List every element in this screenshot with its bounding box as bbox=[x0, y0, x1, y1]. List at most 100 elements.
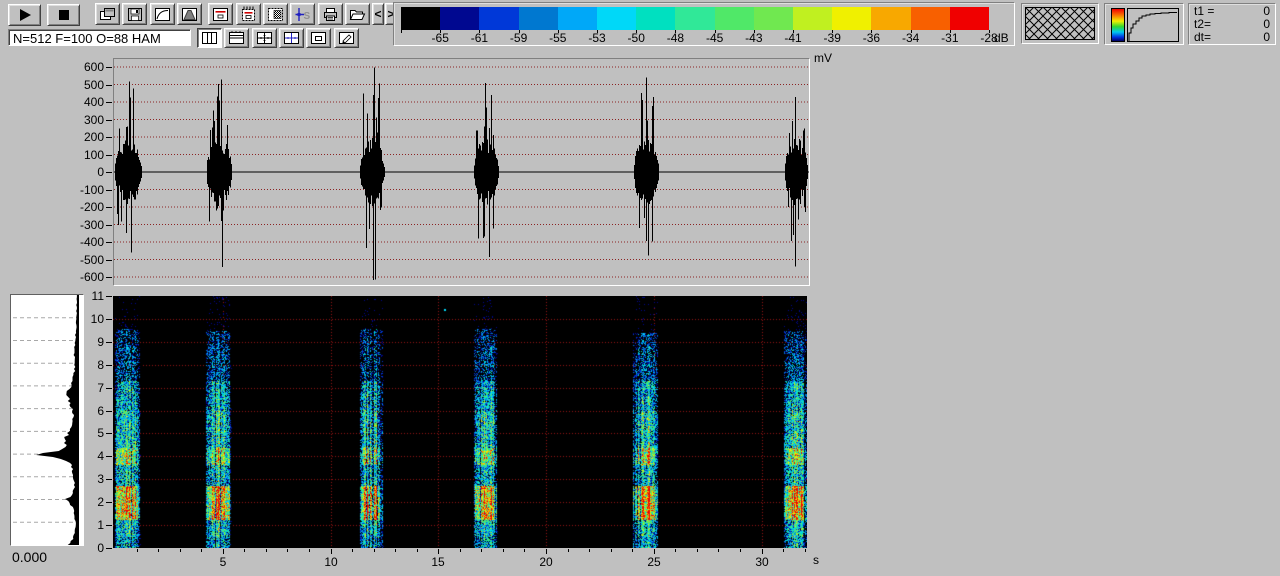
display-frame-button[interactable] bbox=[208, 3, 233, 25]
spectrogram-xtick bbox=[611, 549, 612, 552]
colorbar-segment bbox=[911, 7, 950, 30]
spectrogram-xtick bbox=[309, 549, 310, 552]
window-function-button[interactable] bbox=[177, 3, 202, 25]
colorbar-tick-label: -55 bbox=[538, 31, 577, 45]
grid-horizontal-button[interactable] bbox=[224, 28, 249, 48]
colorbar-segment bbox=[597, 7, 636, 30]
waveform-ytick-label: -300 bbox=[62, 218, 104, 232]
colorbar-segment bbox=[832, 7, 871, 30]
spectrogram-ytick bbox=[106, 365, 112, 366]
colorbar-tick-label: -36 bbox=[852, 31, 891, 45]
grid-inner-box-button[interactable] bbox=[306, 28, 331, 48]
scale-toggle-button[interactable]: S bbox=[290, 3, 315, 25]
spectrogram-ytick bbox=[106, 319, 112, 320]
spectrogram-xtick bbox=[675, 549, 676, 552]
prev-button[interactable]: < bbox=[372, 3, 384, 25]
time-grid-frame-icon bbox=[240, 6, 257, 22]
stop-button[interactable] bbox=[47, 4, 80, 26]
status-row-dt: dt= 0 bbox=[1189, 31, 1275, 44]
colorbar-tick bbox=[558, 30, 559, 33]
dither-frame-button[interactable] bbox=[263, 3, 288, 25]
colorbar-tick-label: -59 bbox=[499, 31, 538, 45]
spectrogram-xtick bbox=[460, 549, 461, 552]
spectrogram-xtick bbox=[352, 549, 353, 552]
grid-cross-blue-button[interactable] bbox=[279, 28, 304, 48]
duplicate-window-icon bbox=[99, 7, 116, 21]
waveform-ytick bbox=[106, 190, 112, 191]
spectrogram-ytick bbox=[106, 525, 112, 526]
colorbar-tick-label: -53 bbox=[577, 31, 616, 45]
colorbar-tick-label: -39 bbox=[813, 31, 852, 45]
waveform-ytick bbox=[106, 155, 112, 156]
pencil-icon bbox=[338, 31, 355, 45]
spectrogram-plot[interactable] bbox=[113, 296, 807, 548]
colorbar-tick bbox=[479, 30, 480, 33]
spectrogram-xtick bbox=[632, 549, 633, 552]
waveform-ytick-label: 400 bbox=[62, 95, 104, 109]
colorbar-tick bbox=[754, 30, 755, 33]
spectrogram-xtick bbox=[223, 549, 224, 554]
spectrogram-xtick bbox=[137, 549, 138, 552]
colorbar-tick-label: -45 bbox=[695, 31, 734, 45]
colorbar-unit-label: dB bbox=[994, 31, 1014, 45]
grid-vertical-button[interactable] bbox=[197, 28, 222, 48]
waveform-ytick-label: -500 bbox=[62, 253, 104, 267]
gain-curve-panel[interactable] bbox=[1104, 3, 1184, 45]
transfer-curve-button[interactable] bbox=[150, 3, 175, 25]
colorbar-segment bbox=[440, 7, 479, 30]
colorbar-tick-label: -34 bbox=[891, 31, 930, 45]
colorbar-tick bbox=[519, 30, 520, 33]
waveform-ytick-label: 500 bbox=[62, 78, 104, 92]
display-frame-icon bbox=[212, 7, 229, 22]
spectrogram-xtick-label: 15 bbox=[423, 555, 453, 569]
time-grid-frame-button[interactable] bbox=[236, 3, 261, 25]
play-button[interactable] bbox=[8, 4, 41, 26]
spectrogram-xtick-label: 20 bbox=[531, 555, 561, 569]
spectrogram-xtick bbox=[244, 549, 245, 552]
spectrogram-xtick bbox=[589, 549, 590, 552]
waveform-ytick bbox=[106, 137, 112, 138]
spectrogram-xtick bbox=[524, 549, 525, 552]
colorbar-tick-label: -50 bbox=[617, 31, 656, 45]
spectrogram-xtick bbox=[783, 549, 784, 552]
waveform-ytick-label: 0 bbox=[62, 165, 104, 179]
save-button[interactable] bbox=[122, 3, 147, 25]
colorbar-tick-label: -61 bbox=[460, 31, 499, 45]
spectrogram-xtick bbox=[546, 549, 547, 554]
spectrogram-ytick bbox=[106, 548, 112, 549]
colorbar-segment bbox=[636, 7, 675, 30]
analysis-params-field[interactable]: N=512 F=100 O=88 HAM bbox=[8, 29, 191, 46]
waveform-ytick-label: 300 bbox=[62, 113, 104, 127]
spectrogram-xtick bbox=[481, 549, 482, 552]
grid-vertical-icon bbox=[201, 31, 218, 45]
spectrogram-xtick-label: 25 bbox=[639, 555, 669, 569]
spectrogram-xtick-label: 10 bbox=[316, 555, 346, 569]
mean-spectrum-panel[interactable] bbox=[10, 294, 84, 546]
waveform-ytick bbox=[106, 120, 112, 121]
colorbar-tick-label: -43 bbox=[734, 31, 773, 45]
hatch-pattern-panel[interactable] bbox=[1021, 3, 1099, 44]
spectrogram-xtick bbox=[287, 549, 288, 552]
waveform-ytick-label: 600 bbox=[62, 60, 104, 74]
spectrogram-ytick bbox=[106, 411, 112, 412]
print-button[interactable] bbox=[318, 3, 343, 25]
grid-cross-button[interactable] bbox=[252, 28, 277, 48]
edit-annotations-button[interactable] bbox=[334, 28, 359, 48]
duplicate-window-button[interactable] bbox=[95, 3, 120, 25]
spectrogram-xtick-label: 30 bbox=[747, 555, 777, 569]
colorbar-gradient bbox=[401, 7, 989, 30]
spectrogram-xtick bbox=[158, 549, 159, 552]
open-file-button[interactable] bbox=[345, 3, 370, 25]
spectrum-value-label: 0.000 bbox=[12, 549, 47, 565]
colorbar-segment bbox=[715, 7, 754, 30]
colorbar-segment bbox=[793, 7, 832, 30]
colorbar-segment bbox=[754, 7, 793, 30]
spectrogram-xtick bbox=[417, 549, 418, 552]
colorbar-tick bbox=[793, 30, 794, 33]
grid-inner-box-icon bbox=[310, 31, 327, 45]
colorbar-tick bbox=[989, 30, 990, 33]
spectrogram-xtick-label: 5 bbox=[208, 555, 238, 569]
waveform-plot[interactable] bbox=[113, 58, 810, 286]
colorbar-tick bbox=[597, 30, 598, 33]
spectrogram-xtick bbox=[740, 549, 741, 552]
